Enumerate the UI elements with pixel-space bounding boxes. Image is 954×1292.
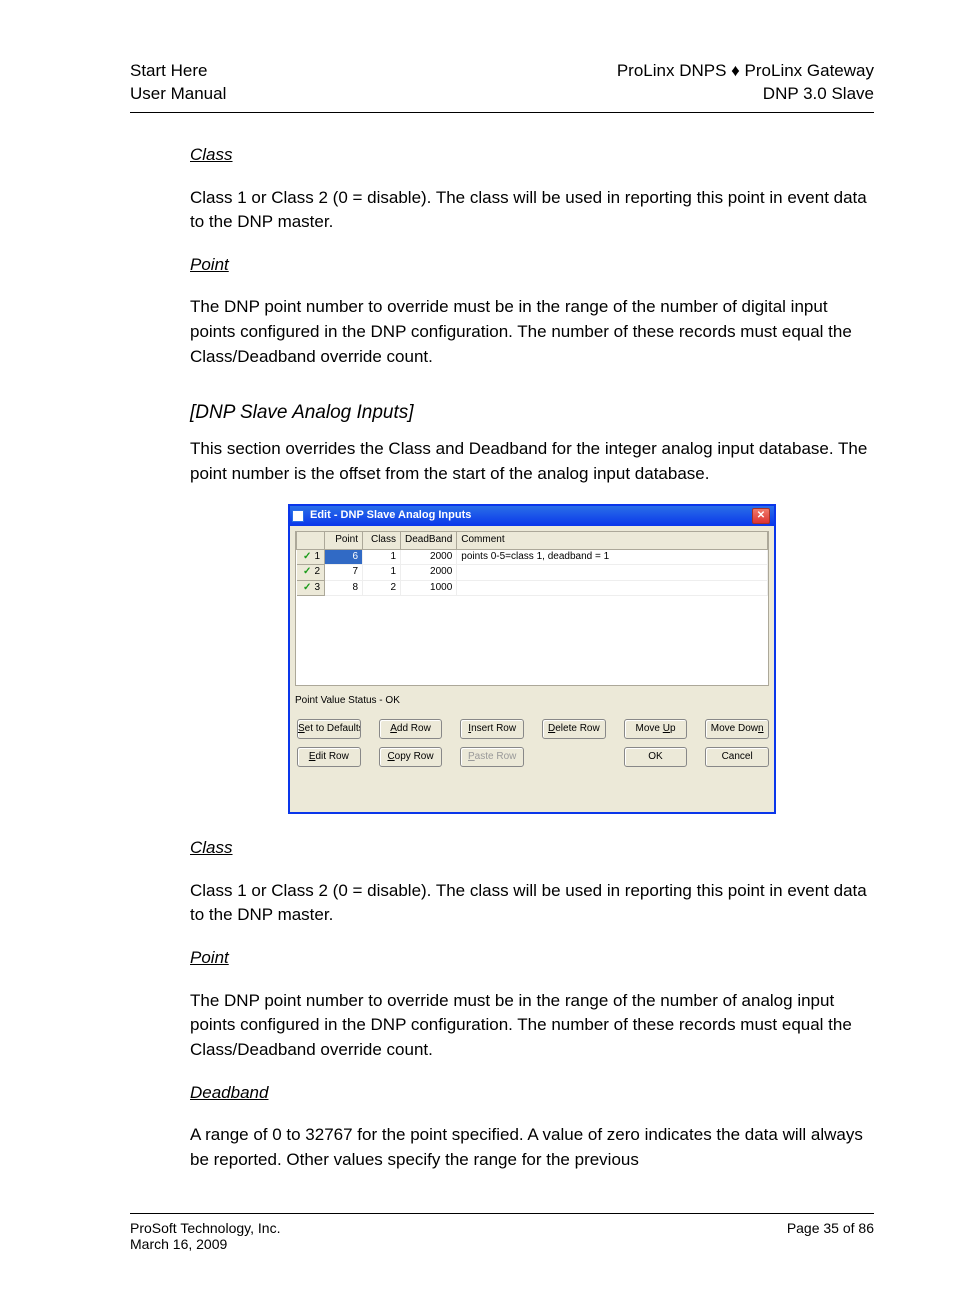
edit-row-button[interactable]: Edit Row [297, 747, 361, 767]
delete-row-button[interactable]: Delete Row [542, 719, 606, 739]
page-footer: ProSoft Technology, Inc. March 16, 2009 … [130, 1220, 874, 1252]
footer-company: ProSoft Technology, Inc. [130, 1220, 280, 1236]
heading-class-1: Class [190, 145, 233, 164]
window-icon [292, 510, 304, 522]
header-left-1: Start Here [130, 60, 226, 83]
col-point[interactable]: Point [325, 532, 363, 549]
insert-row-button[interactable]: Insert Row [460, 719, 524, 739]
table-row[interactable]: ✓3821000 [297, 580, 768, 596]
dialog-title-text: Edit - DNP Slave Analog Inputs [310, 508, 471, 524]
heading-point-1: Point [190, 255, 229, 274]
heading-point-2: Point [190, 948, 229, 967]
set-to-defaults-button[interactable]: Set to Defaults [297, 719, 361, 739]
edit-dialog: Edit - DNP Slave Analog Inputs ✕ Point C… [288, 504, 776, 814]
data-grid[interactable]: Point Class DeadBand Comment ✓1612000poi… [295, 531, 769, 686]
table-row[interactable]: ✓1612000points 0-5=class 1, deadband = 1 [297, 549, 768, 565]
dialog-title-bar[interactable]: Edit - DNP Slave Analog Inputs ✕ [290, 506, 774, 526]
cancel-button[interactable]: Cancel [705, 747, 769, 767]
header-right-2: DNP 3.0 Slave [617, 83, 874, 106]
heading-deadband: Deadband [190, 1083, 268, 1102]
add-row-button[interactable]: Add Row [379, 719, 443, 739]
table-row[interactable]: ✓2712000 [297, 565, 768, 581]
para-point-2: The DNP point number to override must be… [190, 989, 874, 1063]
footer-rule [130, 1213, 874, 1214]
close-icon[interactable]: ✕ [752, 508, 770, 524]
header-rule [130, 112, 874, 113]
col-class[interactable]: Class [363, 532, 401, 549]
section-title: [DNP Slave Analog Inputs] [190, 399, 874, 427]
header-left-2: User Manual [130, 83, 226, 106]
col-deadband[interactable]: DeadBand [401, 532, 457, 549]
header-right-1: ProLinx DNPS ♦ ProLinx Gateway [617, 60, 874, 83]
copy-row-button[interactable]: Copy Row [379, 747, 443, 767]
move-down-button[interactable]: Move Down [705, 719, 769, 739]
footer-date: March 16, 2009 [130, 1236, 280, 1252]
para-deadband: A range of 0 to 32767 for the point spec… [190, 1123, 874, 1172]
ok-button[interactable]: OK [624, 747, 688, 767]
col-rownum [297, 532, 325, 549]
para-intro: This section overrides the Class and Dea… [190, 437, 874, 486]
para-point-1: The DNP point number to override must be… [190, 295, 874, 369]
page-header: Start Here User Manual ProLinx DNPS ♦ Pr… [130, 60, 874, 106]
status-label: Point Value Status - OK [295, 692, 769, 719]
col-comment[interactable]: Comment [457, 532, 768, 549]
paste-row-button: Paste Row [460, 747, 524, 767]
move-up-button[interactable]: Move Up [624, 719, 688, 739]
heading-class-2: Class [190, 838, 233, 857]
body-content: Class Class 1 or Class 2 (0 = disable). … [190, 143, 874, 1173]
footer-pagenum: Page 35 of 86 [787, 1220, 874, 1252]
para-class-2: Class 1 or Class 2 (0 = disable). The cl… [190, 879, 874, 928]
para-class-1: Class 1 or Class 2 (0 = disable). The cl… [190, 186, 874, 235]
